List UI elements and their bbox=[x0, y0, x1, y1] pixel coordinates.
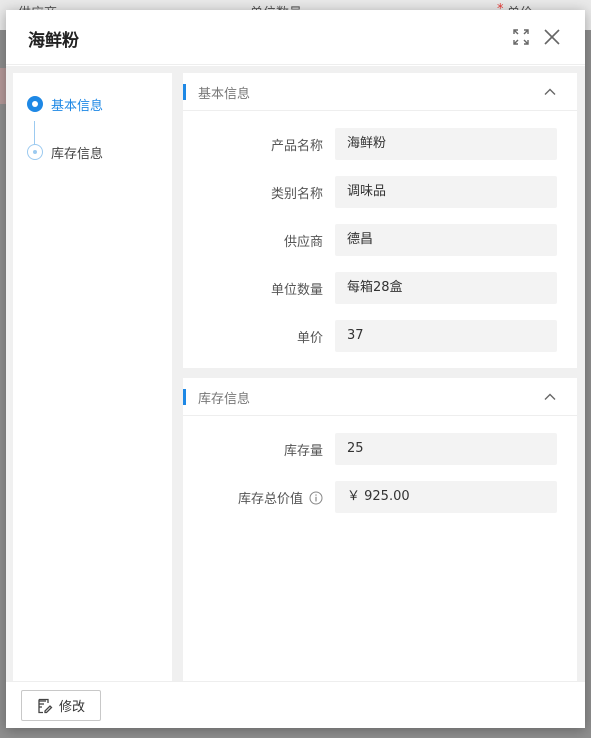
anchor-nav: 基本信息 库存信息 bbox=[13, 73, 172, 681]
field-value: 25 bbox=[335, 433, 557, 465]
field-unit-price: 单价 37 bbox=[183, 320, 577, 352]
field-label: 供应商 bbox=[283, 235, 323, 250]
edit-button[interactable]: 修改 bbox=[21, 690, 101, 721]
product-detail-dialog: 海鲜粉 基本信息 库存信息 基本信息 产品名称 海鲜粉 类别名称 调味品 供应商… bbox=[6, 10, 585, 728]
field-unit-quantity: 单位数量 每箱28盒 bbox=[183, 272, 577, 304]
maximize-button[interactable] bbox=[511, 27, 531, 47]
nav-item-label: 基本信息 bbox=[51, 98, 104, 114]
edit-button-label: 修改 bbox=[58, 700, 85, 715]
field-label: 产品名称 bbox=[270, 139, 323, 154]
section-stock-info: 库存信息 库存量 25 库存总价值 ￥ 925.00 bbox=[183, 378, 577, 681]
dialog-title: 海鲜粉 bbox=[28, 31, 79, 51]
field-value: ￥ 925.00 bbox=[335, 481, 557, 513]
field-label: 库存总价值 bbox=[237, 492, 303, 507]
field-value: 调味品 bbox=[335, 176, 557, 208]
section-header: 基本信息 bbox=[183, 73, 577, 111]
field-value: 海鲜粉 bbox=[335, 128, 557, 160]
dialog-footer: 修改 bbox=[6, 681, 585, 728]
dialog-header: 海鲜粉 bbox=[6, 10, 585, 65]
field-label: 类别名称 bbox=[270, 187, 323, 202]
field-category-name: 类别名称 调味品 bbox=[183, 176, 577, 208]
dialog-body: 基本信息 库存信息 基本信息 产品名称 海鲜粉 类别名称 调味品 供应商 德昌 … bbox=[6, 66, 585, 681]
field-product-name: 产品名称 海鲜粉 bbox=[183, 128, 577, 160]
field-value: 37 bbox=[335, 320, 557, 352]
nav-step-inactive-icon bbox=[27, 144, 43, 160]
nav-step-active-icon bbox=[27, 96, 43, 112]
close-icon bbox=[544, 29, 560, 45]
field-value: 德昌 bbox=[335, 224, 557, 256]
edit-icon bbox=[38, 698, 53, 713]
field-stock-quantity: 库存量 25 bbox=[183, 433, 577, 465]
section-accent-bar bbox=[183, 389, 186, 405]
section-accent-bar bbox=[183, 84, 186, 100]
field-supplier: 供应商 德昌 bbox=[183, 224, 577, 256]
expand-icon bbox=[513, 29, 529, 45]
nav-item-label: 库存信息 bbox=[51, 146, 104, 162]
nav-item-stock-info[interactable]: 库存信息 bbox=[27, 142, 103, 162]
field-stock-total-value: 库存总价值 ￥ 925.00 bbox=[183, 481, 577, 513]
info-icon[interactable] bbox=[309, 491, 323, 505]
close-button[interactable] bbox=[542, 27, 562, 47]
field-label: 单价 bbox=[296, 331, 323, 346]
field-label: 单位数量 bbox=[270, 283, 323, 298]
section-title: 库存信息 bbox=[198, 392, 251, 407]
nav-item-basic-info[interactable]: 基本信息 bbox=[27, 94, 103, 114]
section-basic-info: 基本信息 产品名称 海鲜粉 类别名称 调味品 供应商 德昌 单位数量 每箱28盒… bbox=[183, 73, 577, 368]
chevron-up-icon[interactable] bbox=[543, 390, 557, 404]
section-header: 库存信息 bbox=[183, 378, 577, 416]
chevron-up-icon[interactable] bbox=[543, 85, 557, 99]
field-value: 每箱28盒 bbox=[335, 272, 557, 304]
detail-content: 基本信息 产品名称 海鲜粉 类别名称 调味品 供应商 德昌 单位数量 每箱28盒… bbox=[183, 73, 577, 681]
field-label: 库存量 bbox=[283, 444, 323, 459]
section-title: 基本信息 bbox=[198, 87, 251, 102]
field-label-with-info: 库存总价值 bbox=[238, 488, 323, 507]
